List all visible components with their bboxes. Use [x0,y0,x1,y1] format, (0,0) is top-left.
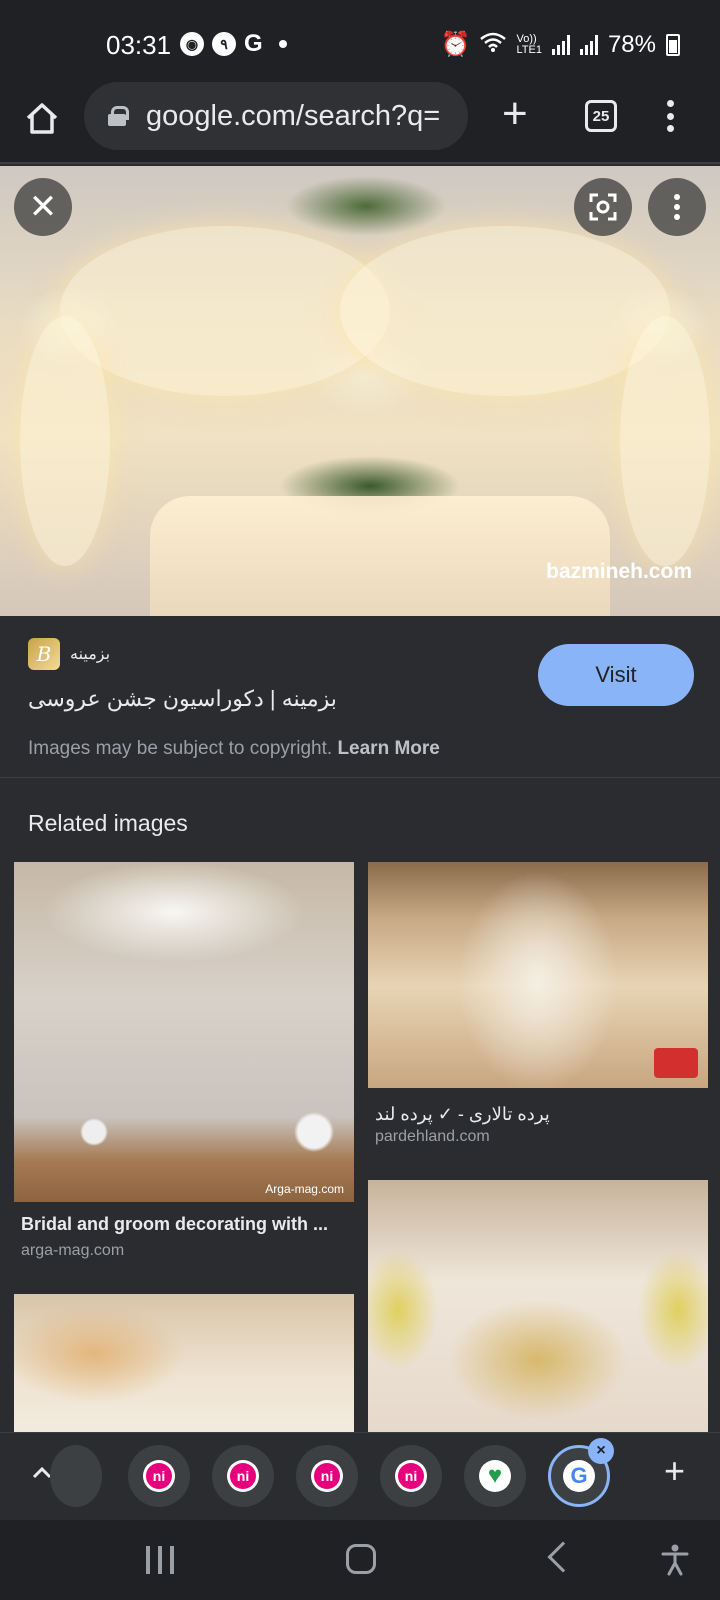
source-panel: B بزمینه بزمینه | دکوراسیون جشن عروسی Vi… [0,616,720,778]
system-status: ⏰ Vo)) LTE1 78% [441,30,680,59]
url-text: google.com/search?q= [146,99,441,132]
pardeh-logo [654,1048,698,1078]
recents-icon[interactable] [146,1546,174,1574]
related-heading: Related images [28,810,188,836]
new-tab-button[interactable]: + [502,92,528,136]
app-notification-icon-2: ٩ [212,32,236,56]
drape-pillar-right [620,316,710,566]
ni-icon: ni [143,1460,175,1492]
home-nav-icon[interactable] [346,1544,376,1574]
strip-new-tab-button[interactable]: + [664,1453,685,1489]
accessibility-icon[interactable] [658,1542,692,1576]
related-image-4[interactable] [368,1180,708,1434]
url-bar[interactable]: google.com/search?q= [84,82,468,150]
image-watermark: bazmineh.com [546,560,692,583]
lock-icon [108,106,129,126]
tab-ni-2[interactable]: ni [212,1445,274,1507]
drape-right [340,226,670,396]
tab-switcher-button[interactable]: 25 [585,100,617,132]
tab-ni-4[interactable]: ni [380,1445,442,1507]
tab-partial[interactable] [50,1445,102,1507]
copyright-text: Images may be subject to copyright. [28,738,333,759]
visit-button[interactable]: Visit [538,644,694,706]
site-favicon: B [28,638,60,670]
learn-more-link[interactable]: Learn More [337,738,439,759]
lens-icon[interactable] [574,178,632,236]
health-heart-icon: ♥ [479,1460,511,1492]
home-icon[interactable] [22,98,62,138]
related-title-2[interactable]: پرده تالاری - ✓ پرده لند [375,1104,550,1125]
more-notifications-dot [278,40,287,48]
google-icon: G [563,1460,595,1492]
related-title-1[interactable]: Bridal and groom decorating with ... [21,1214,351,1235]
google-notification-icon: G [244,30,263,57]
signal-2-icon [579,34,598,55]
page-title[interactable]: بزمینه | دکوراسیون جشن عروسی [28,686,337,712]
system-nav-bar [0,1520,720,1600]
status-bar: 03:31 ◉ ٩ G ⏰ Vo)) LTE1 78% [0,0,720,80]
copyright-notice: Images may be subject to copyright. Lear… [28,738,440,760]
tab-health[interactable]: ♥ [464,1445,526,1507]
notification-icons: ◉ ٩ G [180,30,287,58]
related-image-1[interactable]: Arga-mag.com [14,862,354,1202]
browser-toolbar: google.com/search?q= + 25 [0,80,720,164]
alarm-icon: ⏰ [440,31,471,58]
ni-icon: ni [311,1460,343,1492]
status-time: 03:31 [106,30,172,60]
battery-percent: 78% [607,30,656,58]
site-name[interactable]: بزمینه [70,644,110,664]
ni-icon: ni [395,1460,427,1492]
related-image-3[interactable] [14,1294,354,1434]
ni-icon: ni [227,1460,259,1492]
image-more-icon[interactable] [648,178,706,236]
tab-ni-3[interactable]: ni [296,1445,358,1507]
related-image-2[interactable] [368,862,708,1088]
battery-icon [666,33,680,56]
tab-ni-1[interactable]: ni [128,1445,190,1507]
thumb-watermark: Arga-mag.com [265,1182,344,1196]
related-site-2: pardehland.com [375,1128,490,1145]
table-skirt [150,496,610,616]
signal-1-icon [551,34,570,55]
close-icon[interactable]: ✕ [14,178,72,236]
related-site-1: arga-mag.com [21,1242,125,1259]
drape-pillar-left [20,316,110,566]
wifi-icon [480,31,507,59]
close-tab-icon[interactable]: × [588,1438,614,1464]
app-notification-icon: ◉ [180,32,204,56]
back-icon[interactable] [547,1541,579,1573]
network-type: Vo)) LTE1 [516,32,542,56]
more-vert-icon[interactable] [662,98,678,134]
preview-image[interactable]: bazmineh.com ✕ [0,166,720,616]
